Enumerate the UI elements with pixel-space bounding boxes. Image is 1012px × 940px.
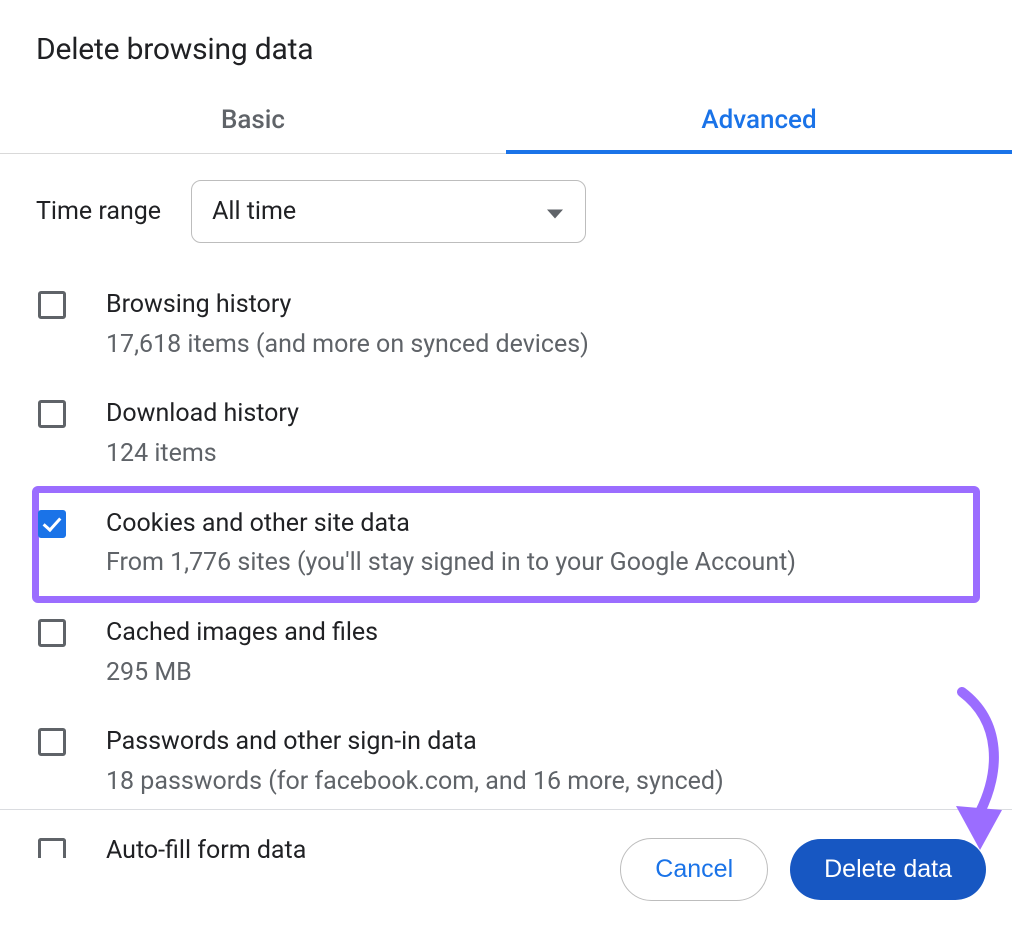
- cancel-button[interactable]: Cancel: [620, 838, 768, 901]
- tab-bar: Basic Advanced: [0, 91, 1012, 154]
- checkbox-download-history[interactable]: [38, 400, 66, 428]
- option-title: Download history: [106, 397, 974, 431]
- chevron-down-icon: [547, 197, 563, 226]
- option-title: Cookies and other site data: [106, 507, 968, 541]
- checkbox-cached[interactable]: [38, 619, 66, 647]
- delete-browsing-data-dialog: Delete browsing data Basic Advanced Time…: [0, 0, 1012, 868]
- option-sub: 124 items: [106, 435, 974, 473]
- option-browsing-history[interactable]: Browsing history 17,618 items (and more …: [36, 271, 976, 380]
- option-sub: From 1,776 sites (you'll stay signed in …: [106, 544, 968, 582]
- dialog-title: Delete browsing data: [36, 32, 976, 67]
- option-title: Passwords and other sign-in data: [106, 725, 974, 759]
- options-list: Browsing history 17,618 items (and more …: [36, 265, 976, 868]
- option-cookies[interactable]: Cookies and other site data From 1,776 s…: [36, 490, 976, 599]
- option-sub: 17,618 items (and more on synced devices…: [106, 326, 974, 364]
- time-range-value: All time: [212, 197, 296, 226]
- option-text: Cookies and other site data From 1,776 s…: [106, 507, 968, 582]
- option-text: Passwords and other sign-in data 18 pass…: [106, 725, 974, 800]
- option-sub: 295 MB: [106, 654, 974, 692]
- option-title: Browsing history: [106, 288, 974, 322]
- footer-divider: [0, 809, 1012, 810]
- option-text: Cached images and files 295 MB: [106, 616, 974, 691]
- time-range-select[interactable]: All time: [191, 180, 586, 243]
- checkbox-browsing-history[interactable]: [38, 291, 66, 319]
- delete-data-button[interactable]: Delete data: [790, 839, 986, 900]
- option-title: Cached images and files: [106, 616, 974, 650]
- tab-advanced[interactable]: Advanced: [506, 91, 1012, 153]
- option-cached[interactable]: Cached images and files 295 MB: [36, 599, 976, 708]
- option-text: Browsing history 17,618 items (and more …: [106, 288, 974, 363]
- option-sub: 18 passwords (for facebook.com, and 16 m…: [106, 763, 974, 801]
- dialog-footer: Cancel Delete data: [620, 838, 986, 901]
- option-download-history[interactable]: Download history 124 items: [36, 380, 976, 489]
- tab-basic[interactable]: Basic: [0, 91, 506, 153]
- time-range-label: Time range: [36, 197, 161, 226]
- checkbox-autofill[interactable]: [38, 838, 66, 858]
- option-passwords[interactable]: Passwords and other sign-in data 18 pass…: [36, 708, 976, 817]
- checkbox-cookies[interactable]: [38, 510, 66, 538]
- checkbox-passwords[interactable]: [38, 728, 66, 756]
- time-range-row: Time range All time: [36, 154, 976, 265]
- option-text: Download history 124 items: [106, 397, 974, 472]
